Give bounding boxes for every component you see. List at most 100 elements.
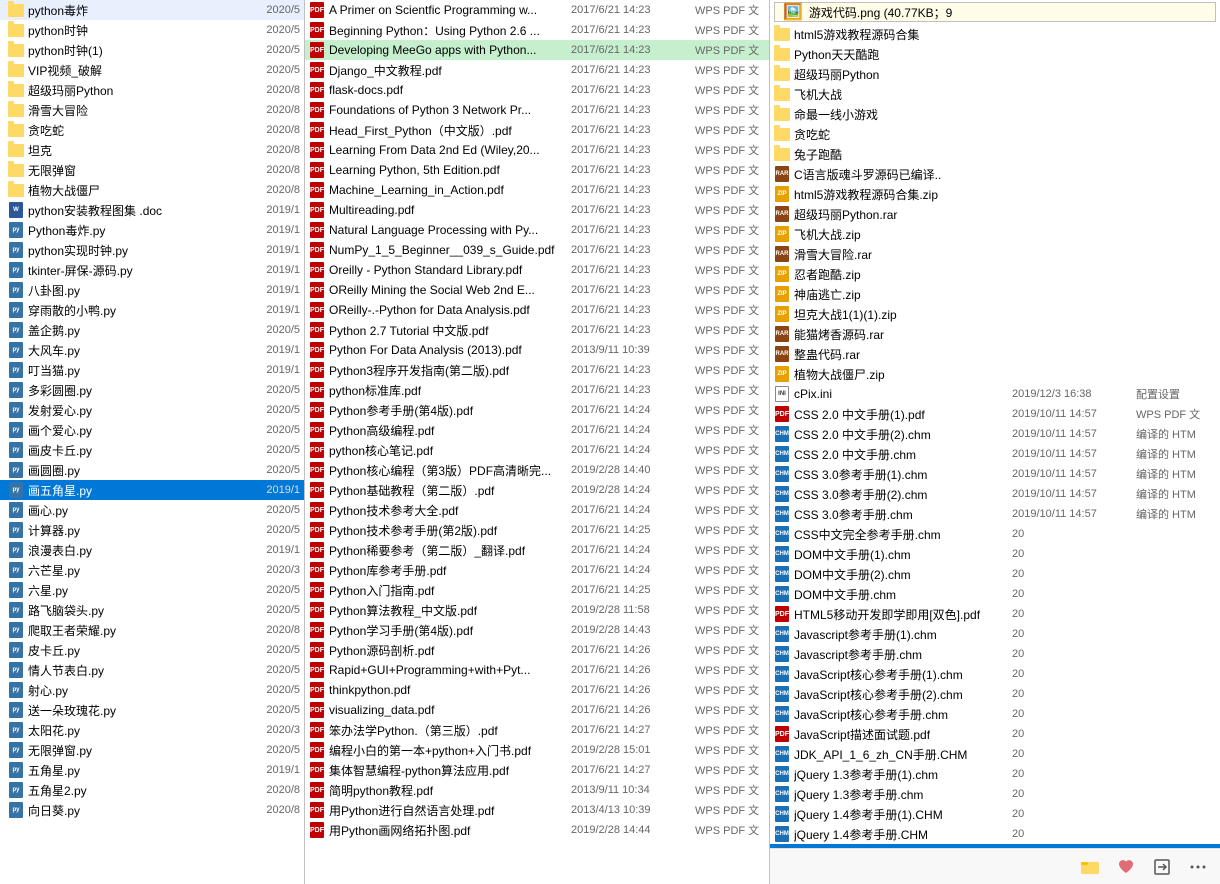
more-btn[interactable] [1184, 853, 1212, 881]
mid-item[interactable]: PDF Python算法教程_中文版.pdf 2019/2/28 11:58 W… [305, 600, 769, 620]
left-item[interactable]: 超级玛丽Python 2020/8 [0, 80, 304, 100]
mid-item[interactable]: PDF Learning Python, 5th Edition.pdf 201… [305, 160, 769, 180]
right-folder-item[interactable]: 飞机大战 [770, 84, 1220, 104]
right-file-item[interactable]: CHM JavaScript核心参考手册.chm 20 [770, 704, 1220, 724]
left-item[interactable]: 贪吃蛇 2020/8 [0, 120, 304, 140]
left-item[interactable]: python毒炸 2020/5 [0, 0, 304, 20]
right-archive-item[interactable]: RAR 整蛊代码.rar [770, 344, 1220, 364]
left-item[interactable]: py 送一朵玫瑰花.py 2020/5 [0, 700, 304, 720]
right-folder-item[interactable]: 命最一线小游戏 [770, 104, 1220, 124]
left-item[interactable]: py 情人节表白.py 2020/5 [0, 660, 304, 680]
left-item[interactable]: py 向日葵.py 2020/8 [0, 800, 304, 820]
right-file-item[interactable]: CHM CSS 3.0参考手册(2).chm 2019/10/11 14:57 … [770, 484, 1220, 504]
mid-item[interactable]: PDF Python核心编程（第3版）PDF高清晰完... 2019/2/28 … [305, 460, 769, 480]
right-file-item[interactable]: CHM JavaScript核心参考手册(1).chm 20 [770, 664, 1220, 684]
right-file-item[interactable]: CHM CSS 3.0参考手册.chm 2019/10/11 14:57 编译的… [770, 504, 1220, 524]
mid-item[interactable]: PDF thinkpython.pdf 2017/6/21 14:26 WPS … [305, 680, 769, 700]
left-item[interactable]: VIP视频_破解 2020/5 [0, 60, 304, 80]
left-item[interactable]: 植物大战僵尸 2020/8 [0, 180, 304, 200]
mid-item[interactable]: PDF 用Python画网络拓扑图.pdf 2019/2/28 14:44 WP… [305, 820, 769, 840]
right-file-item[interactable]: CHM DOM中文手册.chm 20 [770, 584, 1220, 604]
right-file-item[interactable]: CHM jQuery 1.3参考手册.chm 20 [770, 784, 1220, 804]
right-folder-item[interactable]: html5游戏教程源码合集 [770, 24, 1220, 44]
left-item[interactable]: py python实现时钟.py 2019/1 [0, 240, 304, 260]
left-item[interactable]: py 六芒星.py 2020/3 [0, 560, 304, 580]
mid-item[interactable]: PDF Developing MeeGo apps with Python...… [305, 40, 769, 60]
mid-item[interactable]: PDF visualizing_data.pdf 2017/6/21 14:26… [305, 700, 769, 720]
mid-item[interactable]: PDF Python入门指南.pdf 2017/6/21 14:25 WPS P… [305, 580, 769, 600]
mid-item[interactable]: PDF Python3程序开发指南(第二版).pdf 2017/6/21 14:… [305, 360, 769, 380]
left-item[interactable]: py 射心.py 2020/5 [0, 680, 304, 700]
mid-item[interactable]: PDF 编程小白的第一本+python+入门书.pdf 2019/2/28 15… [305, 740, 769, 760]
left-item[interactable]: py 穿雨散的小鸭.py 2019/1 [0, 300, 304, 320]
left-item[interactable]: py 叮当猫.py 2019/1 [0, 360, 304, 380]
mid-item[interactable]: PDF Python 2.7 Tutorial 中文版.pdf 2017/6/2… [305, 320, 769, 340]
right-file-item[interactable]: CHM Javascript参考手册(1).chm 20 [770, 624, 1220, 644]
mid-item[interactable]: PDF OReilly-.-Python for Data Analysis.p… [305, 300, 769, 320]
right-file-item[interactable]: CHM Javascript参考手册.chm 20 [770, 644, 1220, 664]
left-item[interactable]: py Python毒炸.py 2019/1 [0, 220, 304, 240]
mid-item[interactable]: PDF Python参考手册(第4版).pdf 2017/6/21 14:24 … [305, 400, 769, 420]
left-item[interactable]: py 计算器.py 2020/5 [0, 520, 304, 540]
right-archive-item[interactable]: RAR 超级玛丽Python.rar [770, 204, 1220, 224]
right-folder-item[interactable]: 超级玛丽Python [770, 64, 1220, 84]
left-item[interactable]: py 发射爱心.py 2020/5 [0, 400, 304, 420]
mid-item[interactable]: PDF Natural Language Processing with Py.… [305, 220, 769, 240]
mid-item[interactable]: PDF Python技术参考大全.pdf 2017/6/21 14:24 WPS… [305, 500, 769, 520]
mid-item[interactable]: PDF Python稀要参考（第二版）_翻译.pdf 2017/6/21 14:… [305, 540, 769, 560]
right-archive-item[interactable]: ZIP 植物大战僵尸.zip [770, 364, 1220, 384]
mid-item[interactable]: PDF Foundations of Python 3 Network Pr..… [305, 100, 769, 120]
right-folder-item[interactable]: Python天天酷跑 [770, 44, 1220, 64]
folder-btn[interactable] [1076, 853, 1104, 881]
left-item[interactable]: py 画个爱心.py 2020/5 [0, 420, 304, 440]
mid-item[interactable]: PDF Python技术参考手册(第2版).pdf 2017/6/21 14:2… [305, 520, 769, 540]
right-folder-item[interactable]: 贪吃蛇 [770, 124, 1220, 144]
left-item[interactable]: py 八卦图.py 2019/1 [0, 280, 304, 300]
left-item[interactable]: py 皮卡丘.py 2020/5 [0, 640, 304, 660]
left-item[interactable]: py 画心.py 2020/5 [0, 500, 304, 520]
right-file-item[interactable]: CHM JDK_API_1_6_zh_CN手册.CHM 20 [770, 744, 1220, 764]
mid-item[interactable]: PDF Learning From Data 2nd Ed (Wiley,20.… [305, 140, 769, 160]
mid-item[interactable]: PDF flask-docs.pdf 2017/6/21 14:23 WPS P… [305, 80, 769, 100]
mid-item[interactable]: PDF Beginning Python：Using Python 2.6 ..… [305, 20, 769, 40]
right-file-item[interactable]: CHM CSS 2.0 中文手册(2).chm 2019/10/11 14:57… [770, 424, 1220, 444]
right-archive-item[interactable]: ZIP 神庙逃亡.zip [770, 284, 1220, 304]
right-file-item[interactable]: PDF CSS 2.0 中文手册(1).pdf 2019/10/11 14:57… [770, 404, 1220, 424]
right-file-item[interactable]: CHM CSS 2.0 中文手册.chm 2019/10/11 14:57 编译… [770, 444, 1220, 464]
right-file-item[interactable]: CHM jQuery 1.4参考手册(1).CHM 20 [770, 804, 1220, 824]
left-item[interactable]: py 画圆圈.py 2020/5 [0, 460, 304, 480]
mid-item[interactable]: PDF 简明python教程.pdf 2013/9/11 10:34 WPS P… [305, 780, 769, 800]
right-file-item[interactable]: CHM CSS 3.0参考手册(1).chm 2019/10/11 14:57 … [770, 464, 1220, 484]
mid-item[interactable]: PDF Python For Data Analysis (2013).pdf … [305, 340, 769, 360]
right-archive-item[interactable]: ZIP html5游戏教程源码合集.zip [770, 184, 1220, 204]
left-item[interactable]: py 路飞脑袋头.py 2020/5 [0, 600, 304, 620]
left-item[interactable]: 滑雪大冒险 2020/8 [0, 100, 304, 120]
mid-item[interactable]: PDF Django_中文教程.pdf 2017/6/21 14:23 WPS … [305, 60, 769, 80]
mid-item[interactable]: PDF Rapid+GUI+Programming+with+Pyt... 20… [305, 660, 769, 680]
right-file-item[interactable]: CHM JavaScript核心参考手册(2).chm 20 [770, 684, 1220, 704]
right-file-item[interactable]: PDF HTML5移动开发即学即用[双色].pdf 20 [770, 604, 1220, 624]
left-item[interactable]: python时钟 2020/5 [0, 20, 304, 40]
left-item[interactable]: 坦克 2020/8 [0, 140, 304, 160]
mid-item[interactable]: PDF Python源码剖析.pdf 2017/6/21 14:26 WPS P… [305, 640, 769, 660]
mid-item[interactable]: PDF Head_First_Python（中文版）.pdf 2017/6/21… [305, 120, 769, 140]
mid-item[interactable]: PDF A Primer on Scientfic Programming w.… [305, 0, 769, 20]
left-item[interactable]: py 太阳花.py 2020/3 [0, 720, 304, 740]
mid-item[interactable]: PDF 集体智慧编程-python算法应用.pdf 2017/6/21 14:2… [305, 760, 769, 780]
left-item[interactable]: py 浪漫表白.py 2019/1 [0, 540, 304, 560]
left-item[interactable]: py 五角星.py 2019/1 [0, 760, 304, 780]
right-archive-item[interactable]: RAR C语言版魂斗罗源码已编译.. [770, 164, 1220, 184]
right-file-item[interactable]: CHM DOM中文手册(2).chm 20 [770, 564, 1220, 584]
right-archive-item[interactable]: RAR 滑雪大冒险.rar [770, 244, 1220, 264]
left-item[interactable]: W python安装教程图集 .doc 2019/1 [0, 200, 304, 220]
left-item[interactable]: py 多彩圆圈.py 2020/5 [0, 380, 304, 400]
left-item[interactable]: py 画皮卡丘.py 2020/5 [0, 440, 304, 460]
right-folder-item[interactable]: 兔子跑酷 [770, 144, 1220, 164]
mid-item[interactable]: PDF 笨办法学Python.（第三版）.pdf 2017/6/21 14:27… [305, 720, 769, 740]
left-item[interactable]: py 无限弹窗.py 2020/5 [0, 740, 304, 760]
right-archive-item[interactable]: ZIP 忍者跑酷.zip [770, 264, 1220, 284]
left-item[interactable]: py 五角星2.py 2020/8 [0, 780, 304, 800]
mid-item[interactable]: PDF Python学习手册(第4版).pdf 2019/2/28 14:43 … [305, 620, 769, 640]
mid-item[interactable]: PDF Python库参考手册.pdf 2017/6/21 14:24 WPS … [305, 560, 769, 580]
left-item[interactable]: py 大风车.py 2019/1 [0, 340, 304, 360]
